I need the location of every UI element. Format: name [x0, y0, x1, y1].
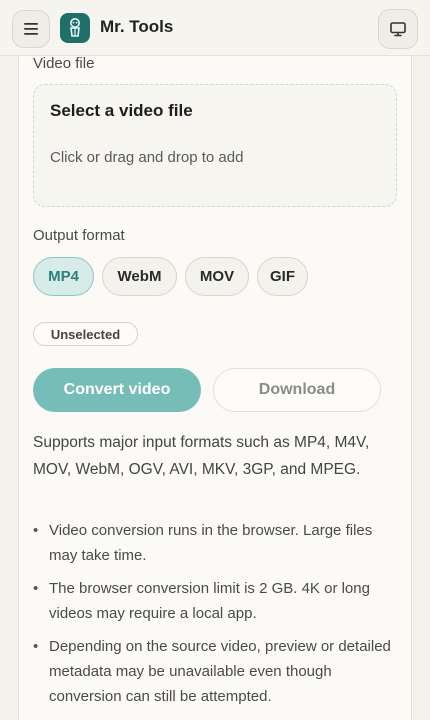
- supported-formats-text: Supports major input formats such as MP4…: [33, 434, 370, 478]
- brand-logo[interactable]: [60, 13, 90, 43]
- format-option-mp4[interactable]: MP4: [33, 257, 94, 296]
- list-item: Video conversion runs in the browser. La…: [33, 518, 393, 568]
- download-button[interactable]: Download: [213, 368, 381, 412]
- video-file-label: Video file: [33, 55, 95, 72]
- display-mode-button[interactable]: [378, 9, 418, 49]
- convert-video-button[interactable]: Convert video: [33, 368, 201, 412]
- menu-button[interactable]: [12, 10, 50, 48]
- dropzone-title: Select a video file: [50, 101, 193, 120]
- format-option-gif[interactable]: GIF: [257, 257, 308, 296]
- notes-list: Video conversion runs in the browser. La…: [33, 518, 393, 717]
- hamburger-icon: [24, 23, 38, 35]
- list-item: The browser conversion limit is 2 GB. 4K…: [33, 576, 393, 626]
- dropzone-hint: Click or drag and drop to add: [50, 149, 244, 166]
- output-format-label: Output format: [33, 227, 125, 244]
- list-item: Depending on the source video, preview o…: [33, 634, 393, 709]
- top-bar: Mr. Tools: [0, 0, 430, 56]
- brand-name[interactable]: Mr. Tools: [100, 17, 173, 37]
- monitor-icon: [390, 21, 406, 36]
- format-option-webm[interactable]: WebM: [102, 257, 177, 296]
- status-badge: Unselected: [33, 322, 138, 346]
- video-dropzone[interactable]: Select a video file Click or drag and dr…: [33, 84, 397, 207]
- format-option-mov[interactable]: MOV: [185, 257, 249, 296]
- mascot-icon: [70, 18, 80, 37]
